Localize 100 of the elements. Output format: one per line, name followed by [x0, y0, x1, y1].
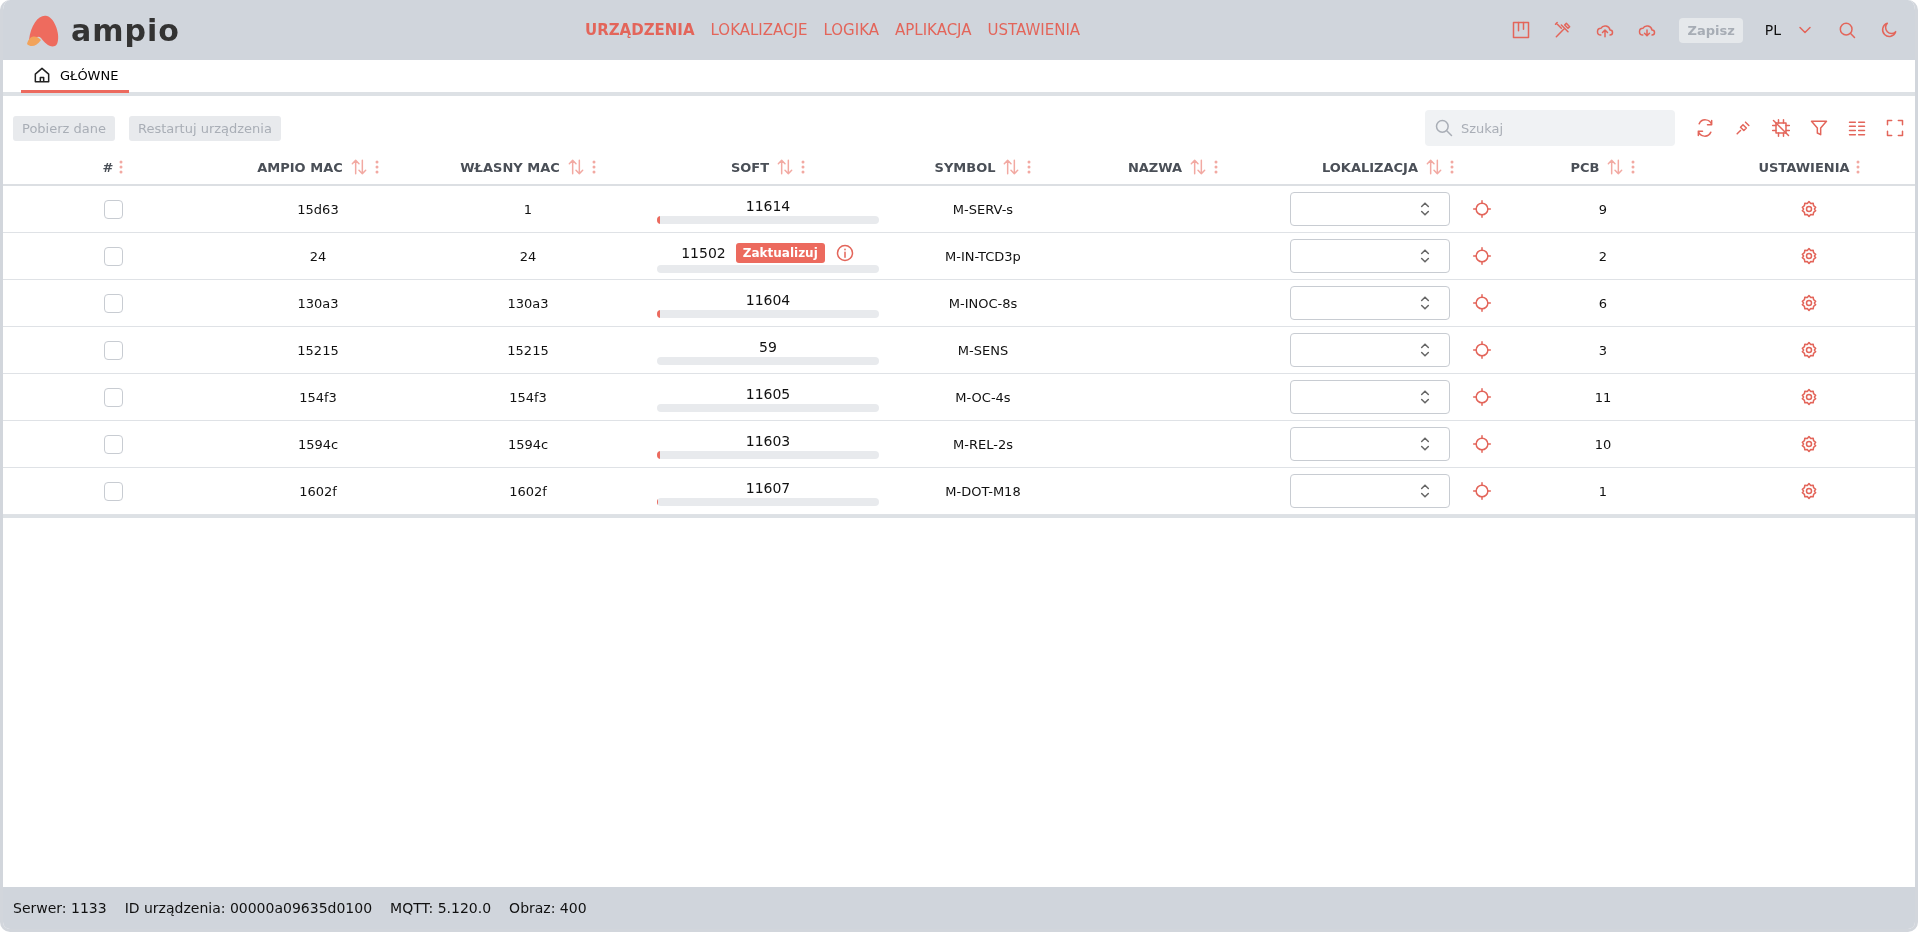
settings-icon[interactable]: [1799, 199, 1819, 219]
table-cell: 15215: [297, 342, 339, 358]
settings-icon[interactable]: [1799, 293, 1819, 313]
location-select[interactable]: [1290, 333, 1450, 367]
home-icon: [32, 65, 52, 85]
version-text: 11603: [745, 433, 791, 449]
table-cell: M-SENS: [957, 342, 1009, 358]
table-cell: 154f3: [509, 389, 547, 405]
more-icon[interactable]: [1027, 160, 1032, 174]
search-field[interactable]: Szukaj: [1425, 110, 1675, 146]
target-icon[interactable]: [1472, 293, 1492, 313]
table-cell: M-REL-2s: [953, 436, 1013, 452]
refresh-icon[interactable]: [1695, 118, 1715, 138]
column-header[interactable]: WŁASNY MAC: [460, 159, 560, 175]
column-header[interactable]: AMPIO MAC: [257, 159, 343, 175]
version-text: 11502: [681, 245, 726, 261]
table-cell: 1594c: [507, 436, 549, 452]
location-select[interactable]: [1290, 192, 1450, 226]
checkbox[interactable]: [103, 481, 123, 501]
version-text: 11614: [745, 198, 791, 214]
more-icon[interactable]: [1214, 160, 1219, 174]
checkbox[interactable]: [103, 246, 123, 266]
more-icon[interactable]: [591, 160, 596, 174]
more-icon[interactable]: [119, 160, 124, 174]
settings-icon[interactable]: [1799, 340, 1819, 360]
version-text: 11607: [745, 480, 791, 496]
table-cell: 9: [1598, 201, 1608, 217]
table-cell: 1: [1598, 483, 1608, 499]
target-icon[interactable]: [1472, 246, 1492, 266]
moon-icon[interactable]: [1879, 20, 1899, 40]
column-header[interactable]: USTAWIENIA: [1758, 159, 1850, 175]
version-text: 59: [759, 339, 777, 355]
version-text: 11605: [745, 386, 791, 402]
chip-off-icon[interactable]: [1771, 118, 1791, 138]
table-cell: 15d63: [297, 201, 339, 217]
settings-icon[interactable]: [1799, 246, 1819, 266]
target-icon[interactable]: [1472, 434, 1492, 454]
location-select[interactable]: [1290, 286, 1450, 320]
tab[interactable]: GŁÓWNE: [21, 60, 130, 93]
column-header[interactable]: #: [102, 159, 114, 175]
target-icon[interactable]: [1472, 199, 1492, 219]
status-text: ID urządzenia: 00000a09635d0100: [124, 900, 373, 916]
checkbox[interactable]: [103, 199, 123, 219]
checkbox[interactable]: [103, 387, 123, 407]
table-cell: M-DOT-M18: [945, 483, 1021, 499]
location-select[interactable]: [1290, 427, 1450, 461]
language-label[interactable]: PL: [1764, 22, 1781, 38]
search-icon[interactable]: [1837, 20, 1857, 40]
checkbox[interactable]: [103, 293, 123, 313]
table-cell: 24: [309, 248, 327, 264]
table-cell: 154f3: [299, 389, 337, 405]
logo-text: ampio: [71, 12, 180, 48]
table-cell: 1602f: [299, 483, 337, 499]
status-text: MQTT: 5.120.0: [390, 900, 492, 916]
more-icon[interactable]: [1450, 160, 1455, 174]
search-icon: [1434, 118, 1454, 138]
settings-icon[interactable]: [1799, 481, 1819, 501]
location-select[interactable]: [1290, 380, 1450, 414]
table-cell: 1602f: [509, 483, 547, 499]
board-icon[interactable]: [1511, 20, 1532, 40]
version-text: 11604: [745, 292, 791, 308]
table-cell: M-SERV-s: [952, 201, 1014, 217]
table-cell: 10: [1594, 436, 1612, 452]
more-icon[interactable]: [374, 160, 379, 174]
columns-icon[interactable]: [1847, 118, 1867, 138]
column-header[interactable]: PCB: [1570, 159, 1600, 175]
more-icon[interactable]: [1855, 160, 1860, 174]
table-cell: 1: [523, 201, 533, 217]
more-icon[interactable]: [801, 160, 806, 174]
target-icon[interactable]: [1472, 387, 1492, 407]
settings-icon[interactable]: [1799, 434, 1819, 454]
table-cell: 24: [519, 248, 537, 264]
checkbox[interactable]: [103, 340, 123, 360]
column-header[interactable]: NAZWA: [1127, 159, 1183, 175]
column-header[interactable]: SYMBOL: [934, 159, 996, 175]
table-cell: 11: [1594, 389, 1612, 405]
status-text: Obraz: 400: [509, 900, 587, 916]
table-cell: 6: [1598, 295, 1608, 311]
target-icon[interactable]: [1472, 340, 1492, 360]
table-cell: 3: [1598, 342, 1608, 358]
column-header[interactable]: SOFT: [730, 159, 770, 175]
location-select[interactable]: [1290, 239, 1450, 273]
table-cell: 1594c: [297, 436, 339, 452]
target-icon[interactable]: [1472, 481, 1492, 501]
fullscreen-icon[interactable]: [1885, 118, 1905, 138]
table-cell: 130a3: [507, 295, 549, 311]
table-cell: M-IN-TCD3p: [945, 248, 1021, 264]
table-cell: M-INOC-8s: [948, 295, 1018, 311]
table-cell: 15215: [507, 342, 549, 358]
status-text: Serwer: 1133: [13, 900, 107, 916]
info-icon[interactable]: [834, 243, 855, 263]
more-icon[interactable]: [1631, 160, 1636, 174]
checkbox[interactable]: [103, 434, 123, 454]
location-select[interactable]: [1290, 474, 1450, 508]
filter-icon[interactable]: [1809, 118, 1829, 138]
column-header[interactable]: LOKALIZACJA: [1321, 159, 1419, 175]
table-cell: 130a3: [297, 295, 339, 311]
settings-icon[interactable]: [1799, 387, 1819, 407]
table-cell: M-OC-4s: [955, 389, 1011, 405]
table-cell: 2: [1598, 248, 1608, 264]
